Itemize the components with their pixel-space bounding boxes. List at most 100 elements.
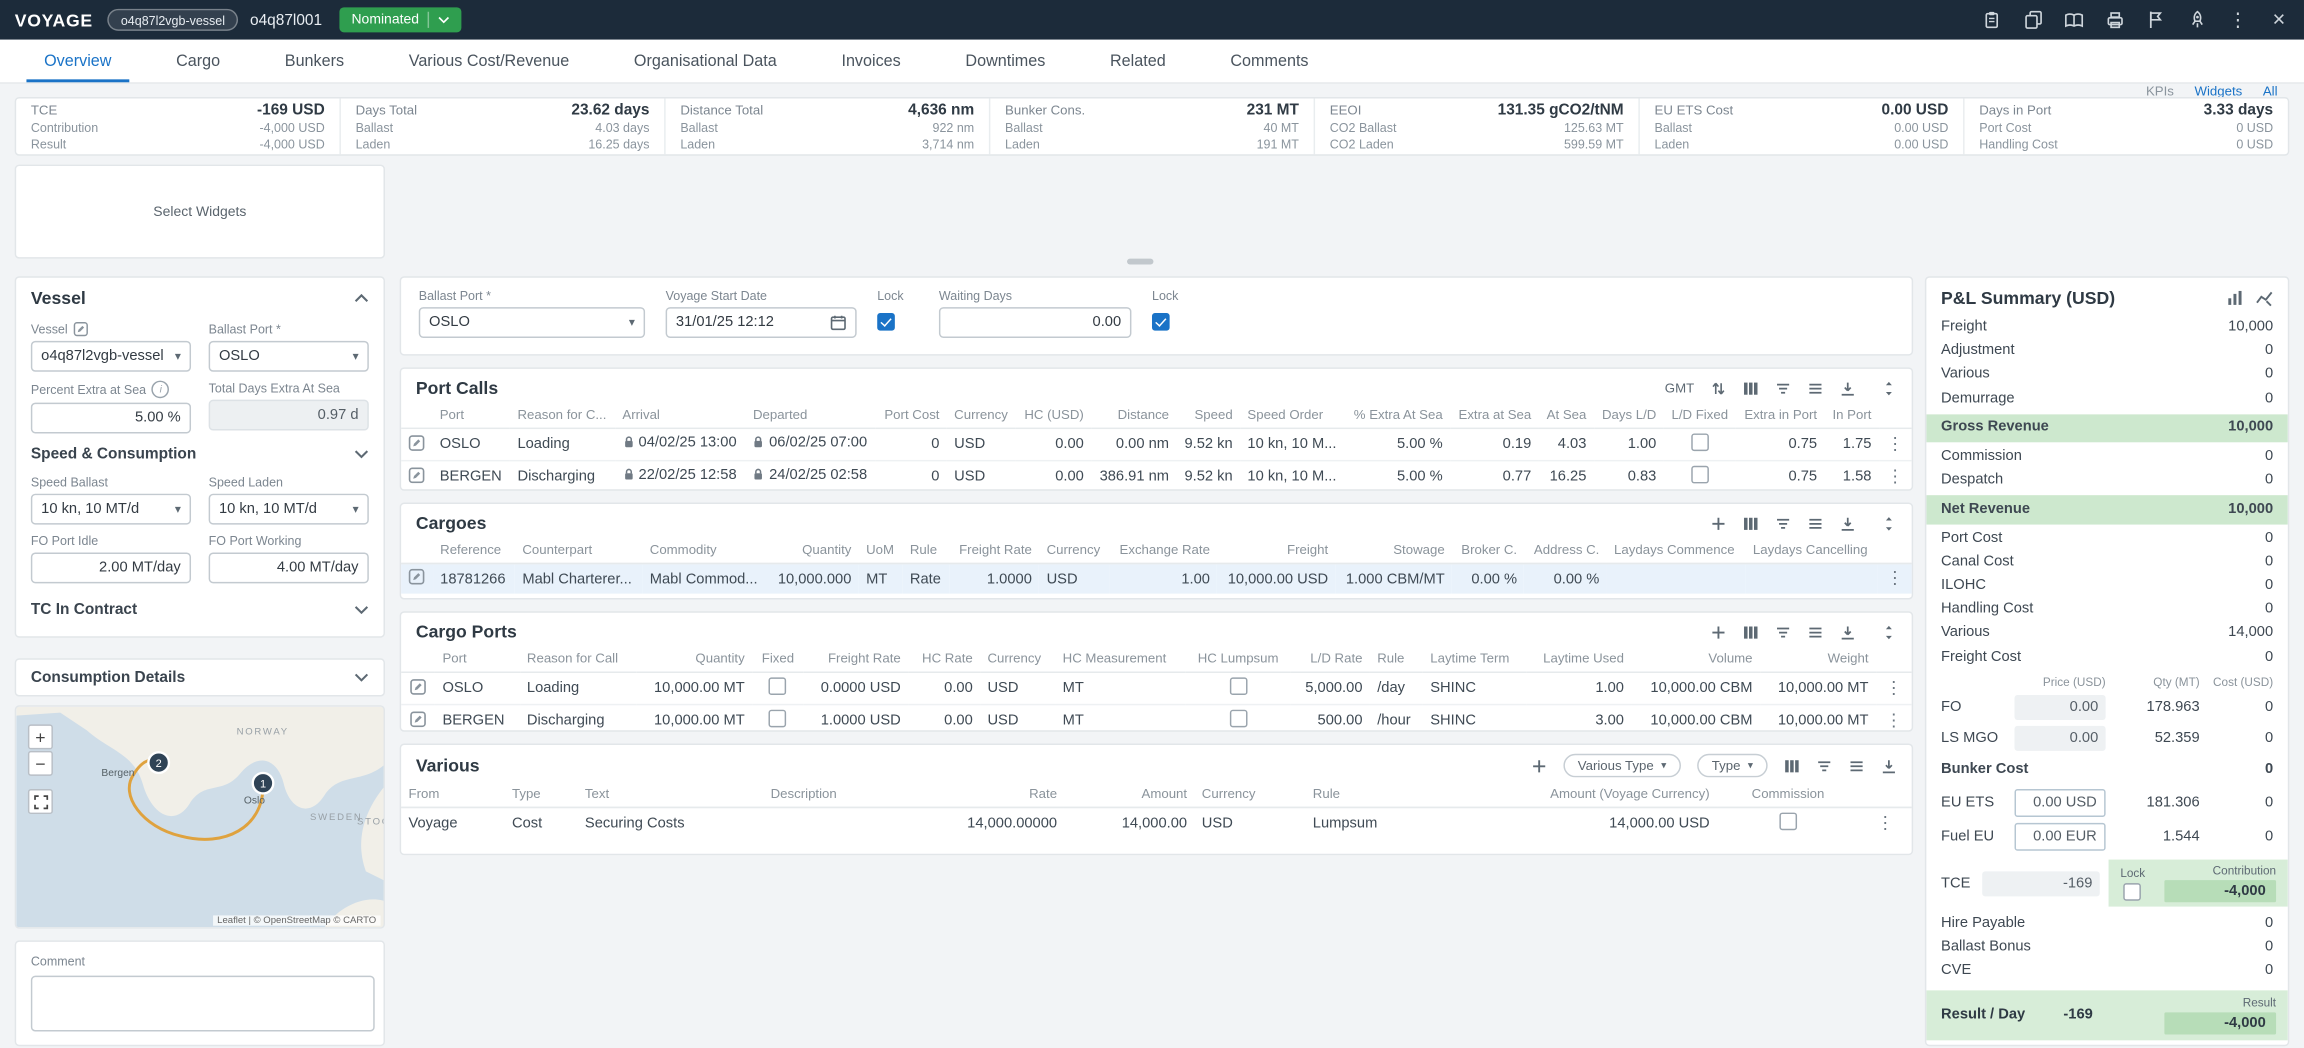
table-row[interactable]: VoyageCostSecuring Costs14,000.0000014,0… [401,807,1912,839]
route-map[interactable]: NORWAY SWEDEN STOCKHOLM Bergen Oslo 2 1 … [15,705,385,928]
edit-row-icon[interactable] [409,569,425,585]
printer-icon[interactable] [2104,10,2125,31]
percent-extra-input[interactable]: 5.00 % [31,403,191,434]
select-widgets-button[interactable]: Select Widgets [139,198,262,226]
collapse-icon[interactable] [354,294,369,303]
checkbox[interactable] [769,710,787,728]
download-icon[interactable] [1840,515,1856,531]
unfold-icon[interactable] [1881,515,1897,531]
add-icon[interactable] [1531,757,1547,773]
fo-port-working-input[interactable]: 4.00 MT/day [209,552,369,583]
filter-icon[interactable] [1775,515,1791,531]
lock-checkbox[interactable] [1152,313,1170,331]
download-icon[interactable] [1881,757,1897,773]
table-row[interactable]: OSLOLoading10,000.00 MT0.0000 USD0.00USD… [401,672,1912,704]
tab-invoices[interactable]: Invoices [809,40,933,83]
tab-downtimes[interactable]: Downtimes [933,40,1078,83]
speed-ballast-select[interactable]: 10 kn, 10 MT/d▾ [31,494,191,525]
calendar-icon[interactable] [830,314,846,330]
checkbox[interactable] [1691,466,1709,484]
vessel-select[interactable]: o4q87l2vgb-vessel▾ [31,341,191,372]
add-icon[interactable] [1710,624,1726,640]
columns-icon[interactable] [1784,757,1800,773]
edit-row-icon[interactable] [409,467,425,483]
row-menu-icon[interactable]: ⋮ [1877,812,1895,833]
resize-handle[interactable] [1127,259,1153,265]
checkbox[interactable] [1779,813,1797,831]
waiting-days-input[interactable]: 0.00 [939,307,1131,338]
status-dropdown[interactable]: Nominated [340,7,462,32]
lsmgo-price-input[interactable]: 0.00 [2015,726,2106,751]
lock-checkbox[interactable] [877,313,895,331]
menu-icon[interactable] [1807,624,1823,640]
checkbox[interactable] [769,677,787,695]
row-menu-icon[interactable]: ⋮ [1886,433,1904,454]
checkbox[interactable] [1691,433,1709,451]
speed-laden-select[interactable]: 10 kn, 10 MT/d▾ [209,494,369,525]
voyage-start-date-input[interactable]: 31/01/25 12:12 [666,307,857,338]
clipboard-icon[interactable] [1981,10,2002,31]
tab-comments[interactable]: Comments [1198,40,1341,83]
bar-chart-icon[interactable] [2226,289,2244,307]
download-icon[interactable] [1840,380,1856,396]
row-menu-icon[interactable]: ⋮ [1885,677,1903,698]
filter-icon[interactable] [1775,380,1791,396]
info-icon[interactable]: i [152,381,170,399]
unfold-icon[interactable] [1881,380,1897,396]
fo-price-input[interactable]: 0.00 [2015,695,2106,720]
copy-icon[interactable] [2022,10,2043,31]
table-row[interactable]: 18781266Mabl Charterer...Mabl Commod...1… [401,564,1912,594]
ballast-port-select[interactable]: OSLO▾ [209,341,369,372]
table-row[interactable]: OSLOLoading04/02/25 13:0006/02/25 07:000… [401,428,1912,460]
tab-overview[interactable]: Overview [12,40,144,83]
row-menu-icon[interactable]: ⋮ [1886,567,1904,588]
comment-textarea[interactable] [31,976,375,1032]
tab-organisational-data[interactable]: Organisational Data [602,40,810,83]
filter-icon[interactable] [1816,757,1832,773]
form-ballast-port-select[interactable]: OSLO▾ [419,307,645,338]
table-row[interactable]: BERGENDischarging22/02/25 12:5824/02/25 … [401,461,1912,493]
consumption-details-section[interactable]: Consumption Details [16,660,383,692]
rocket-icon[interactable] [2186,10,2207,31]
line-chart-icon[interactable] [2255,289,2273,307]
download-icon[interactable] [1840,624,1856,640]
map-attribution[interactable]: Leaflet | © OpenStreetMap © CARTO [213,915,381,925]
fuel-eu-price-input[interactable]: 0.00 EUR [2015,823,2106,851]
edit-row-icon[interactable] [410,678,426,694]
unfold-icon[interactable] [1881,624,1897,640]
sort-icon[interactable] [1710,380,1726,396]
zoom-out-button[interactable]: − [28,751,53,776]
tce-input[interactable]: -169 [1982,871,2100,896]
columns-icon[interactable] [1743,624,1759,640]
book-icon[interactable] [2063,10,2084,31]
checkbox[interactable] [1229,710,1247,728]
edit-icon[interactable] [74,322,89,337]
close-icon[interactable]: × [2269,10,2290,31]
table-row[interactable]: BERGENDischarging10,000.00 MT1.0000 USD0… [401,705,1912,737]
tce-lock-checkbox[interactable] [2124,882,2142,900]
filter-icon[interactable] [1775,624,1791,640]
gmt-toggle[interactable]: GMT [1665,381,1694,396]
menu-icon[interactable] [1807,380,1823,396]
row-menu-icon[interactable]: ⋮ [1885,709,1903,730]
speed-consumption-section[interactable]: Speed & Consumption [16,436,383,468]
fo-port-idle-input[interactable]: 2.00 MT/day [31,552,191,583]
add-icon[interactable] [1710,515,1726,531]
tab-various-cost-revenue[interactable]: Various Cost/Revenue [376,40,601,83]
menu-icon[interactable] [1848,757,1864,773]
type-filter[interactable]: Type▾ [1697,754,1768,778]
columns-icon[interactable] [1743,515,1759,531]
more-menu-icon[interactable]: ⋮ [2228,10,2249,31]
tab-related[interactable]: Related [1078,40,1198,83]
milestone-flag-icon[interactable] [2145,10,2166,31]
fullscreen-button[interactable] [28,789,53,814]
tab-bunkers[interactable]: Bunkers [252,40,376,83]
edit-row-icon[interactable] [410,710,426,726]
edit-row-icon[interactable] [409,434,425,450]
tab-cargo[interactable]: Cargo [144,40,253,83]
zoom-in-button[interactable]: + [28,724,53,749]
row-menu-icon[interactable]: ⋮ [1886,465,1904,486]
columns-icon[interactable] [1743,380,1759,396]
eu-ets-price-input[interactable]: 0.00 USD [2015,789,2106,817]
various-type-filter[interactable]: Various Type▾ [1563,754,1681,778]
